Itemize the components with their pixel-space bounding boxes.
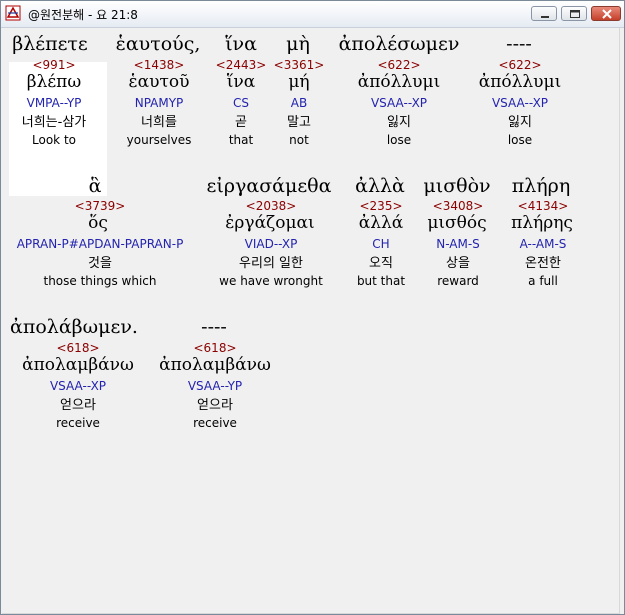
strong-number[interactable]: <2443> bbox=[216, 58, 267, 72]
greek-word: ἃ bbox=[88, 175, 102, 197]
lemma: ἀπόλλυμι bbox=[478, 72, 562, 92]
strong-number[interactable]: <4134> bbox=[518, 199, 569, 213]
korean-gloss: 너희는-삼가 bbox=[21, 115, 87, 130]
strong-number[interactable]: <3408> bbox=[433, 199, 484, 213]
korean-gloss: 너희를 bbox=[141, 115, 177, 130]
morphology: VSAA--XP bbox=[370, 96, 428, 110]
english-gloss: reward bbox=[437, 274, 479, 288]
english-gloss: a full bbox=[528, 274, 558, 288]
english-gloss: receive bbox=[193, 416, 237, 430]
morphology: VSAA--XP bbox=[49, 379, 107, 393]
greek-word: πλήρη bbox=[511, 175, 571, 197]
korean-gloss: 것을 bbox=[88, 256, 112, 271]
strong-number[interactable]: <1438> bbox=[134, 58, 185, 72]
lemma: ὅς bbox=[88, 213, 108, 233]
english-gloss: yourselves bbox=[126, 133, 192, 147]
greek-word: ---- bbox=[506, 33, 532, 55]
lemma: μή bbox=[288, 72, 310, 92]
strong-number[interactable]: <618> bbox=[193, 341, 236, 355]
greek-word: εἰργασάμεθα bbox=[206, 175, 332, 197]
morphology: N-AM-S bbox=[436, 237, 480, 251]
app-window: @원전분해 - 요 21:8 βλέπετε <991> βλέπω VMPA-… bbox=[0, 0, 625, 615]
morphology: APRAN-P#APDAN-PAPRAN-P bbox=[16, 237, 184, 251]
close-button[interactable] bbox=[591, 6, 621, 21]
title-bar[interactable]: @원전분해 - 요 21:8 bbox=[1, 1, 624, 28]
morphology: VMPA--YP bbox=[26, 96, 82, 110]
morphology: VSAA--YP bbox=[187, 379, 243, 393]
korean-gloss: 얻으라 bbox=[197, 398, 233, 413]
greek-word: μὴ bbox=[286, 33, 310, 55]
morphology: CH bbox=[372, 237, 390, 251]
greek-word: ἀλλὰ bbox=[355, 175, 405, 197]
korean-gloss: 말고 bbox=[287, 115, 311, 130]
close-icon bbox=[602, 9, 612, 19]
korean-gloss: 상을 bbox=[446, 256, 470, 271]
greek-word: ἑαυτούς, bbox=[115, 33, 201, 55]
lemma: ἀλλά bbox=[358, 213, 404, 233]
english-gloss: that bbox=[228, 133, 254, 147]
strong-number[interactable]: <622> bbox=[377, 58, 420, 72]
english-gloss: those things which bbox=[43, 274, 157, 288]
window-title: @원전분해 - 요 21:8 bbox=[28, 8, 138, 22]
morphology: A--AM-S bbox=[519, 237, 567, 251]
lemma: ἐργάζομαι bbox=[225, 213, 315, 233]
lemma: ἀπόλλυμι bbox=[357, 72, 441, 92]
greek-word: ἵνα bbox=[225, 33, 257, 55]
strong-number[interactable]: <622> bbox=[498, 58, 541, 72]
morphology: NPAMYP bbox=[134, 96, 184, 110]
app-logo-icon bbox=[5, 5, 21, 21]
lemma: βλέπω bbox=[26, 72, 82, 92]
english-gloss: not bbox=[289, 133, 309, 147]
strong-number[interactable]: <2038> bbox=[246, 199, 297, 213]
korean-gloss: 곧 bbox=[235, 115, 247, 130]
strong-number[interactable]: <3361> bbox=[274, 58, 325, 72]
greek-word: μισθὸν bbox=[423, 175, 491, 197]
korean-gloss: 오직 bbox=[369, 256, 393, 271]
korean-gloss: 얻으라 bbox=[60, 398, 96, 413]
strong-number[interactable]: <3739> bbox=[75, 199, 126, 213]
korean-gloss: 잃지 bbox=[508, 115, 532, 130]
strong-number[interactable]: <991> bbox=[32, 58, 75, 72]
lemma: πλήρης bbox=[511, 213, 573, 233]
strong-number[interactable]: <235> bbox=[359, 199, 402, 213]
morphology: VSAA--XP bbox=[491, 96, 549, 110]
morphology: AB bbox=[290, 96, 308, 110]
korean-gloss: 우리의 일한 bbox=[239, 256, 303, 271]
korean-gloss: 온전한 bbox=[525, 256, 561, 271]
lemma: ἀπολαμβάνω bbox=[22, 355, 134, 375]
korean-gloss: 잃지 bbox=[387, 115, 411, 130]
greek-word: βλέπετε bbox=[12, 33, 88, 55]
lemma: ἵνα bbox=[226, 72, 256, 92]
morphology: CS bbox=[233, 96, 249, 110]
morphology: VIAD--XP bbox=[244, 237, 298, 251]
english-gloss: but that bbox=[356, 274, 406, 288]
english-gloss: Look to bbox=[32, 133, 76, 147]
lemma: ἀπολαμβάνω bbox=[159, 355, 271, 375]
lemma: ἑαυτοῦ bbox=[128, 72, 190, 92]
strong-number[interactable]: <618> bbox=[56, 341, 99, 355]
english-gloss: lose bbox=[386, 133, 412, 147]
greek-word: ἀπολέσωμεν bbox=[338, 33, 460, 55]
minimize-button[interactable] bbox=[531, 6, 557, 21]
maximize-button[interactable] bbox=[561, 6, 587, 21]
english-gloss: lose bbox=[507, 133, 533, 147]
greek-word: ---- bbox=[201, 316, 227, 338]
maximize-icon bbox=[570, 10, 580, 18]
english-gloss: receive bbox=[56, 416, 100, 430]
english-gloss: we have wronght bbox=[219, 274, 323, 288]
minimize-icon bbox=[541, 16, 549, 18]
greek-word: ἀπολάβωμεν. bbox=[10, 316, 138, 338]
lemma: μισθός bbox=[427, 213, 487, 233]
interlinear-view[interactable]: βλέπετε <991> βλέπω VMPA--YP 너희는-삼가 Look… bbox=[2, 28, 620, 614]
